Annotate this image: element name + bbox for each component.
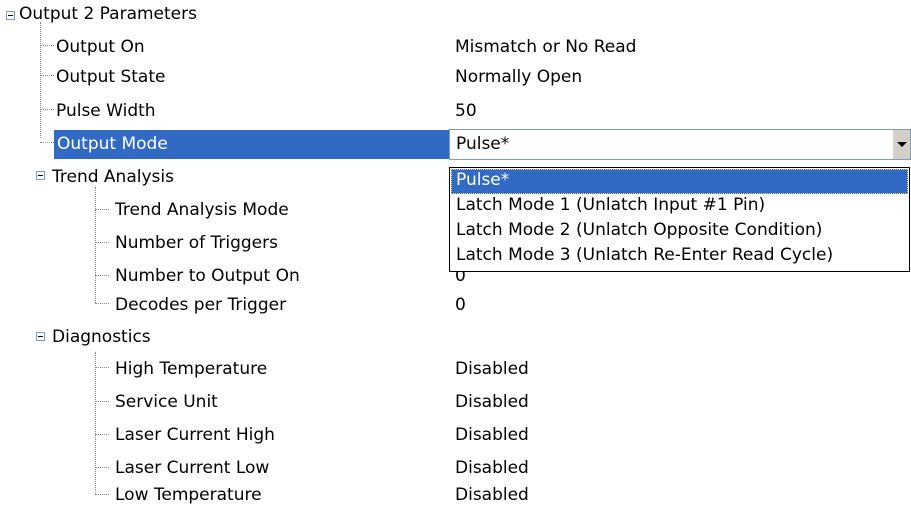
property-label: Output On <box>56 37 145 57</box>
tree-node-output2-parameters[interactable]: Output 2 Parameters <box>0 0 911 29</box>
property-label: Output Mode <box>57 134 168 154</box>
property-label: Laser Current Low <box>115 458 270 478</box>
dropdown-option[interactable]: Latch Mode 3 (Unlatch Re-Enter Read Cycl… <box>451 244 908 269</box>
property-label: Pulse Width <box>56 101 156 121</box>
dropdown-option[interactable]: Pulse* <box>451 169 908 194</box>
node-label: Trend Analysis <box>52 167 174 187</box>
node-label: Output 2 Parameters <box>19 4 197 24</box>
tree-row-output-on[interactable]: Output On Mismatch or No Read <box>0 33 911 62</box>
chevron-down-icon[interactable] <box>892 130 910 159</box>
tree-row-laser-current-low[interactable]: Laser Current Low Disabled <box>0 454 911 483</box>
property-label: Number of Triggers <box>115 233 278 253</box>
property-label: High Temperature <box>115 359 268 379</box>
property-label: Laser Current High <box>115 425 275 445</box>
tree-row-pulse-width[interactable]: Pulse Width 50 <box>0 97 911 126</box>
property-value: Disabled <box>455 485 529 505</box>
output-mode-dropdown-list[interactable]: Pulse* Latch Mode 1 (Unlatch Input #1 Pi… <box>449 167 910 272</box>
dropdown-option[interactable]: Latch Mode 2 (Unlatch Opposite Condition… <box>451 219 908 244</box>
property-label: Low Temperature <box>115 485 262 505</box>
property-label: Service Unit <box>115 392 218 412</box>
option-label: Latch Mode 3 (Unlatch Re-Enter Read Cycl… <box>456 245 834 265</box>
property-value: Disabled <box>455 425 529 445</box>
property-label: Decodes per Trigger <box>115 295 287 315</box>
tree-row-output-mode[interactable]: Output Mode <box>54 130 449 159</box>
property-value: 0 <box>455 295 466 315</box>
tree-branch <box>40 142 54 143</box>
property-label: Number to Output On <box>115 266 300 286</box>
tree-row-decodes-per-trigger[interactable]: Decodes per Trigger 0 <box>0 291 911 320</box>
output-mode-combobox[interactable]: Pulse* <box>449 129 911 160</box>
combobox-value: Pulse* <box>456 134 510 154</box>
property-value: Normally Open <box>455 67 583 87</box>
tree-node-diagnostics[interactable]: Diagnostics <box>0 323 911 352</box>
option-label: Latch Mode 1 (Unlatch Input #1 Pin) <box>456 195 766 215</box>
property-value: Disabled <box>455 392 529 412</box>
property-value: Disabled <box>455 359 529 379</box>
option-label: Pulse* <box>456 170 510 190</box>
tree-row-output-state[interactable]: Output State Normally Open <box>0 63 911 92</box>
tree-row-service-unit[interactable]: Service Unit Disabled <box>0 388 911 417</box>
dropdown-option[interactable]: Latch Mode 1 (Unlatch Input #1 Pin) <box>451 194 908 219</box>
property-value: 50 <box>455 101 477 121</box>
property-label: Output State <box>56 67 166 87</box>
tree-row-high-temperature[interactable]: High Temperature Disabled <box>0 355 911 384</box>
option-label: Latch Mode 2 (Unlatch Opposite Condition… <box>456 220 823 240</box>
property-label: Trend Analysis Mode <box>115 200 289 220</box>
property-value: Disabled <box>455 458 529 478</box>
tree-row-laser-current-high[interactable]: Laser Current High Disabled <box>0 421 911 450</box>
property-value: Mismatch or No Read <box>455 37 637 57</box>
node-label: Diagnostics <box>52 327 151 347</box>
